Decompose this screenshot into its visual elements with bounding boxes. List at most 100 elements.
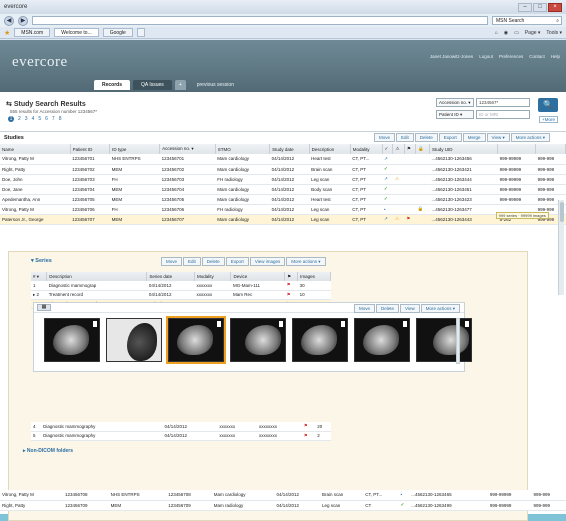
scrollbar[interactable] bbox=[558, 200, 564, 295]
column-header[interactable]: Patient ID bbox=[70, 144, 111, 154]
column-header[interactable]: ⚑ bbox=[404, 144, 417, 154]
series-action-button[interactable]: More actions ▾ bbox=[286, 257, 326, 266]
series-action-button[interactable]: Export bbox=[225, 257, 249, 266]
search-button[interactable]: 🔍 bbox=[538, 98, 558, 112]
column-header[interactable]: Device bbox=[230, 272, 286, 281]
feeds-icon[interactable]: ◉ bbox=[504, 30, 508, 36]
new-tab-button[interactable] bbox=[136, 28, 145, 37]
study-action-button[interactable]: Export bbox=[438, 133, 462, 142]
column-header[interactable]: Accession no. ▾ bbox=[159, 144, 216, 154]
study-action-button[interactable]: More actions ▾ bbox=[510, 133, 550, 142]
image-thumbnail[interactable] bbox=[416, 318, 472, 362]
previous-session-link[interactable]: previous session bbox=[189, 80, 242, 90]
forward-icon[interactable]: ▶ bbox=[18, 15, 28, 26]
table-row[interactable]: Doe, Jane 123456704 MEM 123456704 Mam cardio… bbox=[0, 184, 566, 195]
grid-view-icon[interactable]: ▦ bbox=[37, 304, 51, 311]
column-header[interactable]: Study date bbox=[269, 144, 310, 154]
scroll-thumb[interactable] bbox=[560, 202, 564, 222]
page-link[interactable]: 5 bbox=[38, 116, 41, 122]
page-link[interactable]: 3 bbox=[25, 116, 28, 122]
filter-field-select[interactable]: Accession no. ▾ bbox=[436, 98, 474, 107]
browser-search-input[interactable]: MSN Search ⌕ bbox=[492, 16, 562, 25]
browser-tab-google[interactable]: Google bbox=[102, 28, 133, 37]
tools-menu[interactable]: Tools ▾ bbox=[546, 30, 562, 36]
image-thumbnail[interactable] bbox=[292, 318, 348, 362]
image-thumbnail[interactable] bbox=[230, 318, 286, 362]
filter-field-select[interactable]: Patient ID ▾ bbox=[436, 110, 474, 119]
print-icon[interactable]: ▭ bbox=[514, 30, 519, 36]
column-header[interactable]: ⚑ bbox=[284, 272, 299, 281]
series-action-button[interactable]: Delete bbox=[201, 257, 225, 266]
study-action-button[interactable]: Move bbox=[373, 133, 395, 142]
image-thumbnail[interactable] bbox=[166, 316, 226, 364]
close-button[interactable]: × bbox=[548, 2, 562, 12]
column-header[interactable]: Name bbox=[0, 144, 71, 154]
table-row[interactable]: Doe, John 123456703 FH 123456703 FH radiolog… bbox=[0, 174, 566, 185]
table-row[interactable]: Right, Patty 123456709 MEM 123456709 Mam rad… bbox=[0, 500, 566, 511]
column-header[interactable]: Modality bbox=[194, 272, 232, 281]
column-header[interactable] bbox=[497, 144, 537, 154]
image-thumbnail[interactable] bbox=[354, 318, 410, 362]
column-header[interactable]: Series date bbox=[146, 272, 195, 281]
browser-tab-welcome[interactable]: Welcome to... bbox=[54, 28, 99, 37]
column-header[interactable]: # ▾ bbox=[31, 272, 48, 281]
back-icon[interactable]: ◀ bbox=[4, 15, 14, 26]
table-row[interactable]: Vitrong, Patty M 123456708 NHS ENTRPS 12345… bbox=[0, 490, 566, 501]
column-header[interactable]: STMO bbox=[215, 144, 271, 154]
image-action-button[interactable]: View bbox=[400, 304, 420, 313]
series-action-button[interactable]: View images bbox=[249, 257, 286, 266]
series-row[interactable]: 1 Diagnostic mammograp 04/14/2012 xxxxxxx MG… bbox=[31, 281, 331, 291]
tab-qa-issues[interactable]: QA Issues bbox=[133, 80, 172, 90]
table-row[interactable]: Paterson Jr., George 123456707 MEM 12345670… bbox=[0, 214, 566, 225]
study-action-button[interactable]: View ▾ bbox=[486, 133, 510, 142]
non-dicom-folders-toggle[interactable]: ▸ Non-DICOM folders bbox=[23, 448, 73, 454]
table-row[interactable]: Vitrong, Patty M 123456706 FH 123456706 FH r… bbox=[0, 204, 566, 219]
home-icon[interactable]: ⌂ bbox=[495, 30, 498, 36]
patient-id-input[interactable]: ID or MRI bbox=[476, 110, 530, 119]
series-row[interactable]: 5 Diagnostic mammography 04/14/2012 xxxxxxx… bbox=[31, 431, 331, 441]
search-icon[interactable]: ⌕ bbox=[556, 17, 559, 24]
column-header[interactable]: Modality bbox=[350, 144, 383, 154]
table-row[interactable]: Right, Patty 123456702 MEM 123456702 Mam car… bbox=[0, 164, 566, 175]
page-link[interactable]: 1 bbox=[8, 116, 14, 122]
page-link[interactable]: 2 bbox=[18, 116, 21, 122]
image-thumbnail[interactable] bbox=[106, 318, 162, 362]
image-action-button[interactable]: More actions ▾ bbox=[420, 304, 460, 313]
add-tab-button[interactable]: + bbox=[174, 80, 186, 90]
logout-link[interactable]: Logout bbox=[479, 54, 493, 59]
image-action-button[interactable]: Delete bbox=[376, 304, 400, 313]
image-action-button[interactable]: Move bbox=[354, 304, 376, 313]
page-menu[interactable]: Page ▾ bbox=[525, 30, 541, 36]
minimize-button[interactable]: – bbox=[518, 2, 532, 12]
image-thumbnail[interactable] bbox=[44, 318, 100, 362]
contact-link[interactable]: Contact bbox=[529, 54, 545, 59]
tab-records[interactable]: Records bbox=[94, 80, 131, 90]
study-action-button[interactable]: Merge bbox=[462, 133, 486, 142]
help-link[interactable]: Help bbox=[551, 54, 560, 59]
column-header[interactable]: Description bbox=[46, 272, 148, 281]
favorites-star-icon[interactable]: ★ bbox=[4, 29, 10, 37]
column-header[interactable]: Description bbox=[309, 144, 351, 154]
column-header[interactable]: Study UID bbox=[429, 144, 499, 154]
column-header[interactable]: ✓ bbox=[382, 144, 394, 154]
page-link[interactable]: 7 bbox=[52, 116, 55, 122]
series-action-button[interactable]: Move bbox=[161, 257, 183, 266]
study-action-button[interactable]: Delete bbox=[414, 133, 438, 142]
browser-tab-msn[interactable]: MSN.com bbox=[14, 28, 51, 37]
study-action-button[interactable]: Edit bbox=[395, 133, 414, 142]
table-row[interactable]: Apedemantha, Ann 123456705 MEM 123456705 Mam… bbox=[0, 194, 566, 205]
thumbnail-scrollbar[interactable] bbox=[456, 318, 460, 364]
address-bar[interactable] bbox=[32, 16, 488, 25]
more-filters-link[interactable]: +More bbox=[539, 116, 558, 123]
table-row[interactable]: Vitrong, Patty M 123456701 NHS ENTRPS 12345… bbox=[0, 154, 566, 165]
series-row[interactable]: ▸ 2 Treatment record 04/14/2012 xxxxxxx Mam … bbox=[31, 290, 331, 300]
page-link[interactable]: 4 bbox=[32, 116, 35, 122]
column-header[interactable]: 🔒 bbox=[415, 144, 431, 154]
series-action-button[interactable]: Edit bbox=[183, 257, 201, 266]
preferences-link[interactable]: Preferences bbox=[499, 54, 523, 59]
page-link[interactable]: 8 bbox=[59, 116, 62, 122]
series-row[interactable]: 4 Diagnostic mammography 04/14/2012 xxxxxxx… bbox=[31, 422, 331, 432]
accession-input[interactable]: 1234567* bbox=[476, 98, 530, 107]
page-link[interactable]: 6 bbox=[45, 116, 48, 122]
column-header[interactable] bbox=[535, 144, 566, 154]
